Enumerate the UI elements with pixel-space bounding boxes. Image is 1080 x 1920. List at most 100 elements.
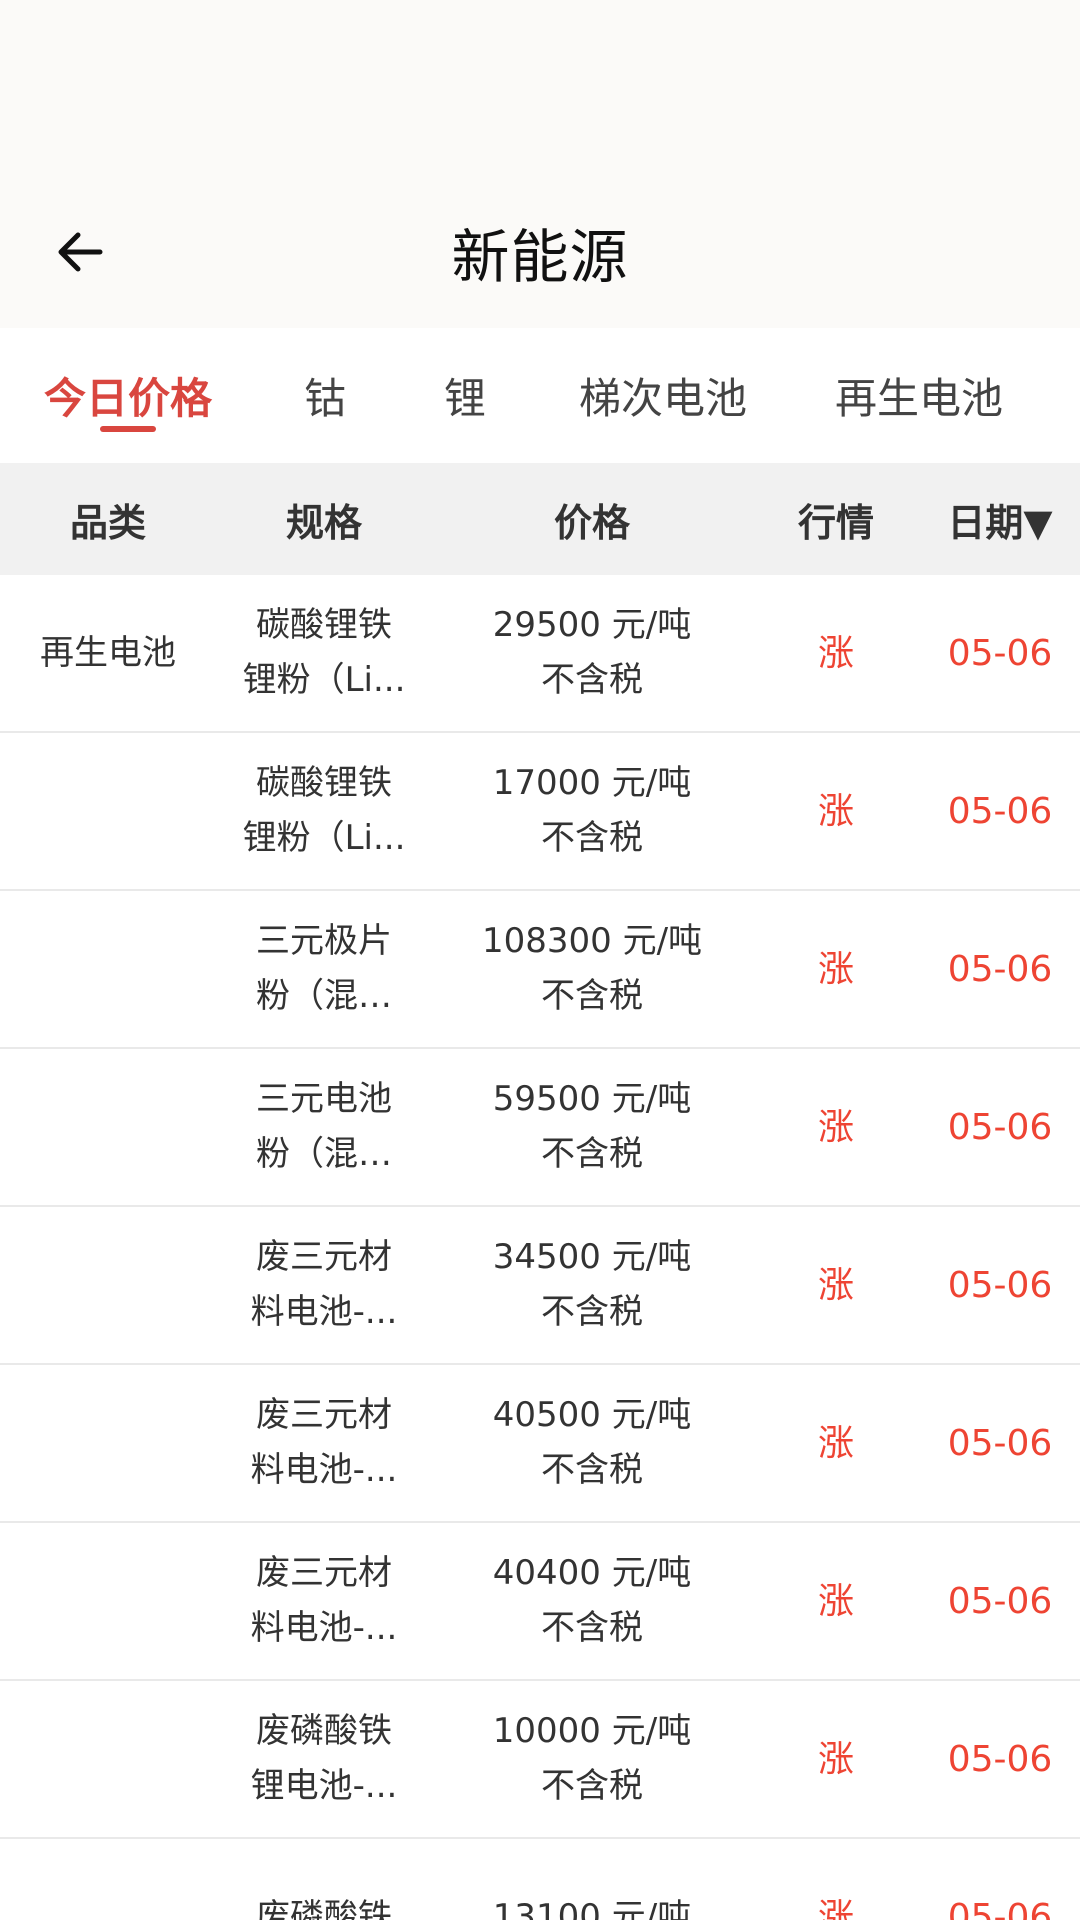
tab-lithium[interactable]: 锂	[430, 328, 500, 463]
row-date: 05-06	[947, 1580, 1053, 1622]
row-price-value: 108300 元/吨	[481, 921, 703, 961]
row-price: 40400 元/吨 不含税	[432, 1523, 752, 1679]
row-spec: 废磷酸铁	[216, 1839, 432, 1920]
row-trend: 涨	[817, 1896, 854, 1920]
row-tax-note: 不含税	[540, 1134, 643, 1174]
row-spec: 废三元材 料电池-...	[216, 1523, 432, 1679]
row-price: 17000 元/吨 不含税	[432, 733, 752, 889]
row-trend: 涨	[817, 1580, 854, 1622]
row-price-value: 13100 元/吨	[492, 1896, 692, 1920]
row-category: 再生电池	[40, 632, 176, 673]
column-header-date-sort[interactable]: 日期▼	[920, 463, 1080, 575]
row-trend: 涨	[817, 1738, 854, 1780]
row-category	[0, 1523, 216, 1679]
row-spec: 三元极片 粉（混…	[216, 891, 432, 1047]
row-trend: 涨	[817, 1106, 854, 1148]
row-spec-line2: 料电池-...	[250, 1292, 398, 1332]
table-row[interactable]: 废磷酸铁 锂电池-... 10000 元/吨 不含税 涨 05-06	[0, 1681, 1080, 1839]
row-trend: 涨	[817, 1422, 854, 1464]
row-date: 05-06	[947, 632, 1053, 674]
back-button[interactable]	[48, 220, 112, 284]
row-spec: 碳酸锂铁 锂粉（Li...	[216, 575, 432, 731]
table-row[interactable]: 废三元材 料电池-... 40500 元/吨 不含税 涨 05-06	[0, 1365, 1080, 1523]
tab-cobalt[interactable]: 钴	[290, 328, 360, 463]
row-spec-line1: 废磷酸铁	[255, 1711, 392, 1751]
row-spec-line1: 三元电池	[256, 1079, 392, 1119]
row-spec-line1: 废磷酸铁	[256, 1896, 392, 1920]
row-category	[0, 1839, 216, 1920]
table-row[interactable]: 废三元材 料电池-... 34500 元/吨 不含税 涨 05-06	[0, 1207, 1080, 1365]
tab-today-price[interactable]: 今日价格	[36, 328, 220, 463]
row-trend: 涨	[817, 790, 854, 832]
row-spec-line2: 锂粉（Li...	[242, 818, 406, 858]
row-category	[0, 1681, 216, 1837]
row-spec-line2: 料电池-...	[250, 1450, 398, 1490]
row-spec-line2: 粉（混…	[256, 976, 392, 1016]
row-category	[0, 733, 216, 889]
row-tax-note: 不含税	[540, 1292, 643, 1332]
table-row[interactable]: 废三元材 料电池-... 40400 元/吨 不含税 涨 05-06	[0, 1523, 1080, 1681]
status-bar-area	[0, 0, 1080, 180]
row-date: 05-06	[947, 790, 1053, 832]
row-spec-line1: 碳酸锂铁	[256, 605, 392, 645]
row-spec: 碳酸锂铁 锂粉（Li...	[216, 733, 432, 889]
row-price: 29500 元/吨 不含税	[432, 575, 752, 731]
row-spec-line1: 碳酸锂铁	[256, 763, 392, 803]
row-price: 34500 元/吨 不含税	[432, 1207, 752, 1363]
row-price-value: 17000 元/吨	[492, 763, 692, 803]
row-spec-line2: 料电池-...	[250, 1608, 398, 1648]
row-date: 05-06	[947, 1738, 1053, 1780]
tab-echelon-battery[interactable]: 梯次电池	[570, 328, 756, 463]
row-spec: 废磷酸铁 锂电池-...	[216, 1681, 432, 1837]
row-tax-note: 不含税	[540, 660, 643, 700]
table-row[interactable]: 三元电池 粉（混… 59500 元/吨 不含税 涨 05-06	[0, 1049, 1080, 1207]
row-price-value: 40400 元/吨	[492, 1553, 692, 1593]
row-category	[0, 891, 216, 1047]
row-price: 13100 元/吨	[432, 1839, 752, 1920]
row-spec: 三元电池 粉（混…	[216, 1049, 432, 1205]
row-date: 05-06	[947, 1264, 1053, 1306]
app-header: 新能源	[0, 180, 1080, 328]
column-header-spec: 规格	[285, 500, 362, 545]
row-price-value: 10000 元/吨	[492, 1711, 692, 1751]
table-row[interactable]: 再生电池 碳酸锂铁 锂粉（Li... 29500 元/吨 不含税 涨 05-06	[0, 575, 1080, 733]
row-tax-note: 不含税	[541, 976, 643, 1016]
row-tax-note: 不含税	[540, 1766, 643, 1806]
row-price: 59500 元/吨 不含税	[432, 1049, 752, 1205]
row-tax-note: 不含税	[540, 818, 643, 858]
row-trend: 涨	[817, 948, 854, 990]
row-spec-line1: 三元极片	[256, 921, 392, 961]
active-tab-indicator	[100, 426, 156, 432]
table-header: 品类 规格 价格 行情 日期▼	[0, 463, 1080, 575]
row-date: 05-06	[947, 1422, 1053, 1464]
table-row[interactable]: 碳酸锂铁 锂粉（Li... 17000 元/吨 不含税 涨 05-06	[0, 733, 1080, 891]
row-price-value: 40500 元/吨	[492, 1395, 692, 1435]
row-spec-line2: 锂电池-...	[250, 1766, 398, 1806]
column-header-price: 价格	[553, 500, 630, 545]
row-spec-line2: 粉（混…	[256, 1134, 392, 1174]
row-price-value: 59500 元/吨	[492, 1079, 692, 1119]
row-date: 05-06	[947, 1896, 1053, 1920]
table-row[interactable]: 三元极片 粉（混… 108300 元/吨 不含税 涨 05-06	[0, 891, 1080, 1049]
row-spec: 废三元材 料电池-...	[216, 1207, 432, 1363]
row-tax-note: 不含税	[540, 1450, 643, 1490]
table-row[interactable]: 废磷酸铁 13100 元/吨 涨 05-06	[0, 1839, 1080, 1920]
row-date: 05-06	[947, 1106, 1053, 1148]
arrow-left-icon	[58, 232, 103, 272]
page-title: 新能源	[451, 223, 629, 291]
row-trend: 涨	[817, 632, 854, 674]
row-spec: 废三元材 料电池-...	[216, 1365, 432, 1521]
row-price: 108300 元/吨 不含税	[432, 891, 752, 1047]
row-spec-line1: 废三元材	[255, 1553, 392, 1593]
row-spec-line1: 废三元材	[255, 1395, 392, 1435]
row-price: 40500 元/吨 不含税	[432, 1365, 752, 1521]
row-price-value: 29500 元/吨	[492, 605, 692, 645]
category-tabs: 今日价格 钴 锂 梯次电池 再生电池	[0, 328, 1080, 463]
row-tax-note: 不含税	[540, 1608, 643, 1648]
row-date: 05-06	[947, 948, 1053, 990]
row-category	[0, 1049, 216, 1205]
tab-recycled-battery[interactable]: 再生电池	[826, 328, 1012, 463]
row-category	[0, 1365, 216, 1521]
row-spec-line1: 废三元材	[255, 1237, 392, 1277]
price-table-body: 再生电池 碳酸锂铁 锂粉（Li... 29500 元/吨 不含税 涨 05-06…	[0, 575, 1080, 1920]
